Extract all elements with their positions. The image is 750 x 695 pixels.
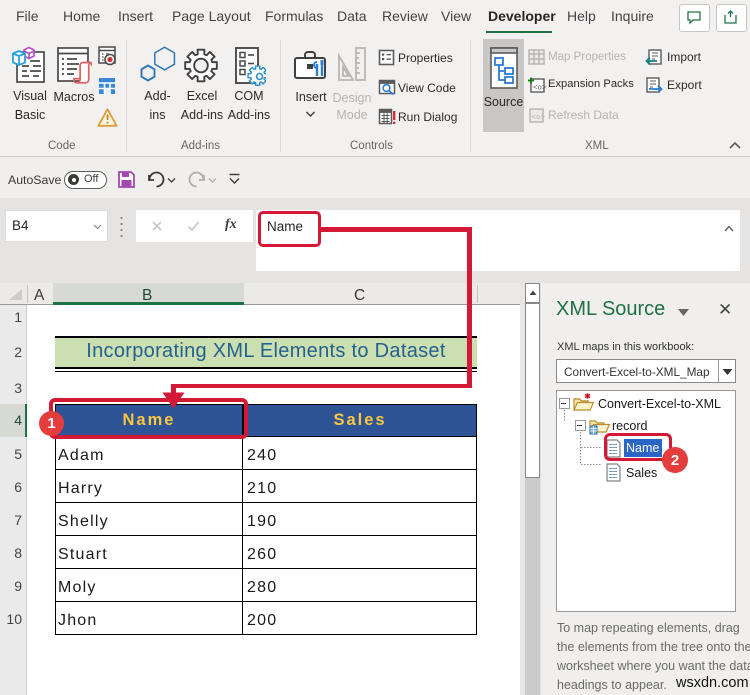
svg-text:<o>: <o> [532,114,546,122]
svg-text:<o>: <o> [533,85,546,93]
